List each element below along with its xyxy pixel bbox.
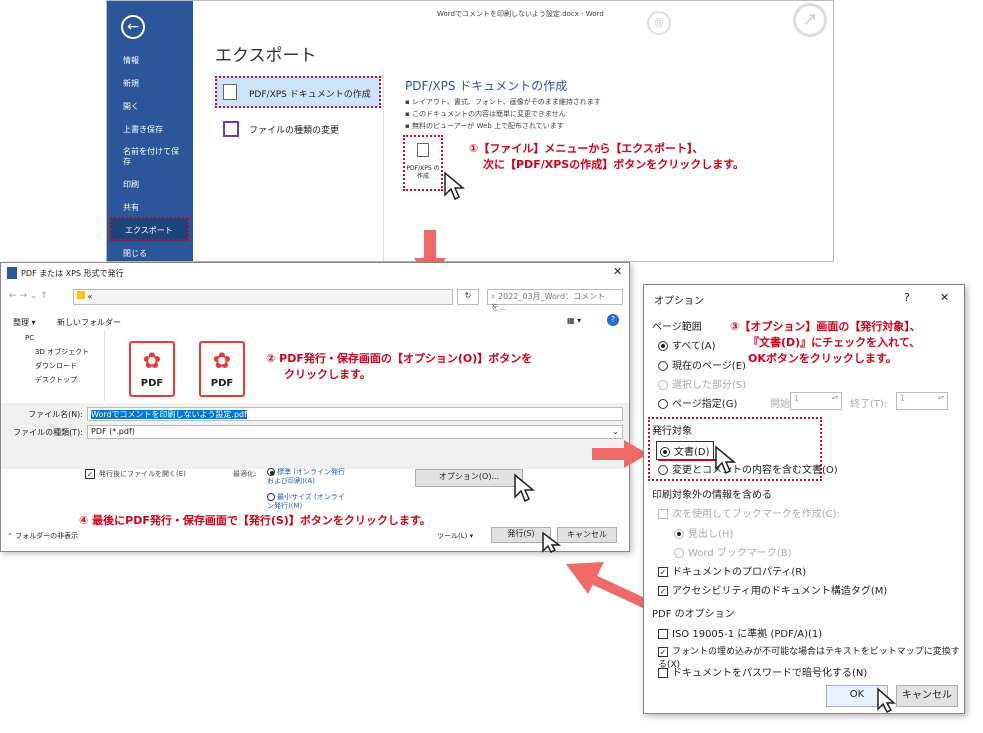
step2-annotation: ② PDF発行・保存画面の【オプション(O)】ボタンを クリックします。: [266, 352, 533, 381]
filename-label: ファイル名(N):: [28, 410, 83, 419]
pdf-file-icon: [417, 143, 429, 157]
bullet-item: ▪ 無料のビューアーが Web 上で配布されています: [405, 122, 564, 130]
publish-target-label: 発行対象: [652, 426, 692, 437]
document-markup-radio[interactable]: 変更とコメントの内容を含む文書(O): [658, 461, 838, 476]
bullet-list: ▪ レイアウト、書式、フォント、画像がそのまま維持されます ▪ このドキュメント…: [405, 96, 601, 132]
options-dialog: オプション ? ✕ ページ範囲 すべて(A) 現在のページ(E) 選択した部分(…: [643, 284, 965, 714]
create-pdf-option[interactable]: PDF/XPS ドキュメントの作成: [215, 76, 381, 108]
open-after-checkbox[interactable]: ✓ 発行後にファイルを開く(E): [85, 469, 186, 479]
optimize-label: 最適化:: [233, 470, 257, 478]
flow-arrow-right: [592, 440, 648, 468]
tree-item-desktop[interactable]: デスクトップ: [5, 373, 104, 387]
window-title: Wordでコメントを印刷しないよう設定.docx - Word: [437, 10, 604, 18]
save-pdf-dialog: PDF または XPS 形式で発行 ✕ ← → ⌄ ↑ « ↻ ⌕ 2022_0…: [0, 262, 630, 553]
back-arrow-icon[interactable]: ←: [121, 15, 145, 39]
organize-button[interactable]: 整理 ▾: [13, 317, 36, 328]
tools-menu[interactable]: ツール(L) ▾: [437, 531, 473, 541]
options-button[interactable]: オプション(O)...: [415, 469, 523, 487]
pdf-options-label: PDF のオプション: [652, 609, 735, 620]
close-icon[interactable]: ✕: [613, 265, 622, 278]
bullet-item: ▪ このドキュメントの内容は簡単に変更できません: [405, 110, 566, 118]
help-button[interactable]: ?: [904, 291, 910, 304]
divider: [383, 71, 384, 261]
mouse-cursor-icon: [877, 687, 896, 714]
address-bar[interactable]: «: [73, 289, 453, 305]
menu-print[interactable]: 印刷: [123, 179, 139, 190]
menu-close[interactable]: 閉じる: [123, 248, 147, 259]
close-icon[interactable]: ✕: [940, 291, 949, 304]
all-radio[interactable]: すべて(A): [658, 337, 716, 352]
mouse-cursor-icon: [444, 171, 466, 201]
optimize-min-radio[interactable]: 最小サイズ (オンライン発行)(M): [267, 493, 347, 511]
word-app-icon: [7, 267, 17, 279]
create-pdf-button[interactable]: PDF/XPS の作成: [403, 135, 443, 191]
iso-checkbox[interactable]: ISO 19005-1 に準拠 (PDF/A)(1): [658, 625, 822, 640]
cancel-button[interactable]: キャンセル: [896, 685, 958, 707]
headings-radio: 見出し(H): [674, 525, 733, 540]
tree-item-downloads[interactable]: ダウンロード: [5, 359, 104, 373]
dialog-title: PDF または XPS 形式で発行: [21, 269, 124, 278]
bullet-item: ▪ レイアウト、書式、フォント、画像がそのまま維持されます: [405, 98, 601, 106]
document-icon: [223, 84, 237, 100]
hide-folders-toggle[interactable]: ⌃ フォルダーの非表示: [7, 531, 78, 541]
encrypt-checkbox[interactable]: ドキュメントをパスワードで暗号化する(N): [658, 664, 867, 679]
menu-open[interactable]: 開く: [123, 101, 139, 112]
cancel-button[interactable]: キャンセル: [557, 527, 617, 543]
step1-annotation: ①【ファイル】メニューから【エクスポート】、 次に【PDF/XPSの作成】ボタン…: [469, 142, 745, 171]
nonprint-label: 印刷対象外の情報を含める: [652, 490, 772, 501]
selection-radio: 選択した部分(S): [658, 376, 746, 391]
properties-checkbox[interactable]: ✓ ドキュメントのプロパティ(R): [658, 563, 806, 578]
optimize-standard-radio[interactable]: 標準 (オンライン発行および印刷)(A): [267, 468, 347, 486]
menu-share[interactable]: 共有: [123, 202, 139, 213]
tree-item-pc[interactable]: PC: [5, 331, 104, 345]
pages-radio[interactable]: ページ指定(G): [658, 395, 737, 410]
menu-save[interactable]: 上書き保存: [123, 124, 163, 135]
change-filetype-option[interactable]: ファイルの種類の変更: [215, 117, 381, 143]
mouse-cursor-icon: [715, 445, 737, 475]
folder-icon: [77, 291, 85, 299]
word-bookmarks-radio: Word ブックマーク(B): [674, 544, 792, 559]
filetype-label: ファイルの種類(T):: [13, 428, 83, 437]
circuit-logo-icon: ®: [647, 11, 671, 35]
filetype-select[interactable]: PDF (*.pdf) ⌄: [87, 425, 623, 439]
document-radio[interactable]: 文書(D): [656, 441, 714, 460]
view-icon[interactable]: ▦ ▾: [567, 316, 581, 325]
menu-new[interactable]: 新規: [123, 78, 139, 89]
to-input[interactable]: 1 ▴▾: [896, 392, 948, 410]
filename-input[interactable]: Wordでコメントを印刷しないよう設定.pdf: [87, 407, 623, 421]
mouse-cursor-icon: [514, 473, 536, 503]
page-heading: エクスポート: [215, 46, 317, 66]
step3-annotation: ③【オプション】画面の【発行対象】、 『文書(D)』にチェックを入れて、 OKボ…: [730, 320, 921, 365]
folder-tree: PC 3D オブジェクト ダウンロード デスクトップ: [5, 331, 105, 401]
decor-arrow-icon: ↗: [793, 3, 827, 37]
refresh-icon[interactable]: ↻: [457, 289, 479, 305]
to-label: 終了(T):: [850, 399, 888, 410]
menu-save-as[interactable]: 名前を付けて保存: [123, 147, 181, 167]
section-title: PDF/XPS ドキュメントの作成: [405, 79, 568, 93]
tree-item-3d[interactable]: 3D オブジェクト: [5, 345, 104, 359]
dialog-title: オプション: [654, 296, 704, 307]
help-icon[interactable]: ?: [607, 314, 619, 326]
pdf-file-icon[interactable]: ✿ PDF: [129, 341, 175, 397]
from-input[interactable]: 1 ▴▾: [790, 392, 842, 410]
structure-tags-checkbox[interactable]: ✓ アクセシビリティ用のドキュメント構造タグ(M): [658, 582, 887, 597]
save-type-icon: [223, 121, 239, 137]
word-backstage-window: ← 情報 新規 開く 上書き保存 名前を付けて保存 印刷 エクスポート 共有 閉…: [106, 0, 834, 262]
bookmarks-checkbox: 次を使用してブックマークを作成(C):: [658, 505, 840, 520]
nav-arrows-icon[interactable]: ← → ⌄ ↑: [9, 291, 48, 301]
menu-info[interactable]: 情報: [123, 55, 139, 66]
step4-annotation: ④ 最後にPDF発行・保存画面で【発行(S)】ボタンをクリックします。: [79, 514, 431, 527]
search-input[interactable]: ⌕ 2022_03月_Word：コメントを...: [487, 289, 623, 312]
new-folder-button[interactable]: 新しいフォルダー: [57, 317, 121, 328]
menu-export[interactable]: エクスポート: [109, 217, 189, 241]
pdf-file-icon[interactable]: ✿ PDF: [199, 341, 245, 397]
backstage-sidebar: ← 情報 新規 開く 上書き保存 名前を付けて保存 印刷 エクスポート 共有 閉…: [107, 1, 193, 261]
page-range-label: ページ範囲: [652, 322, 702, 333]
